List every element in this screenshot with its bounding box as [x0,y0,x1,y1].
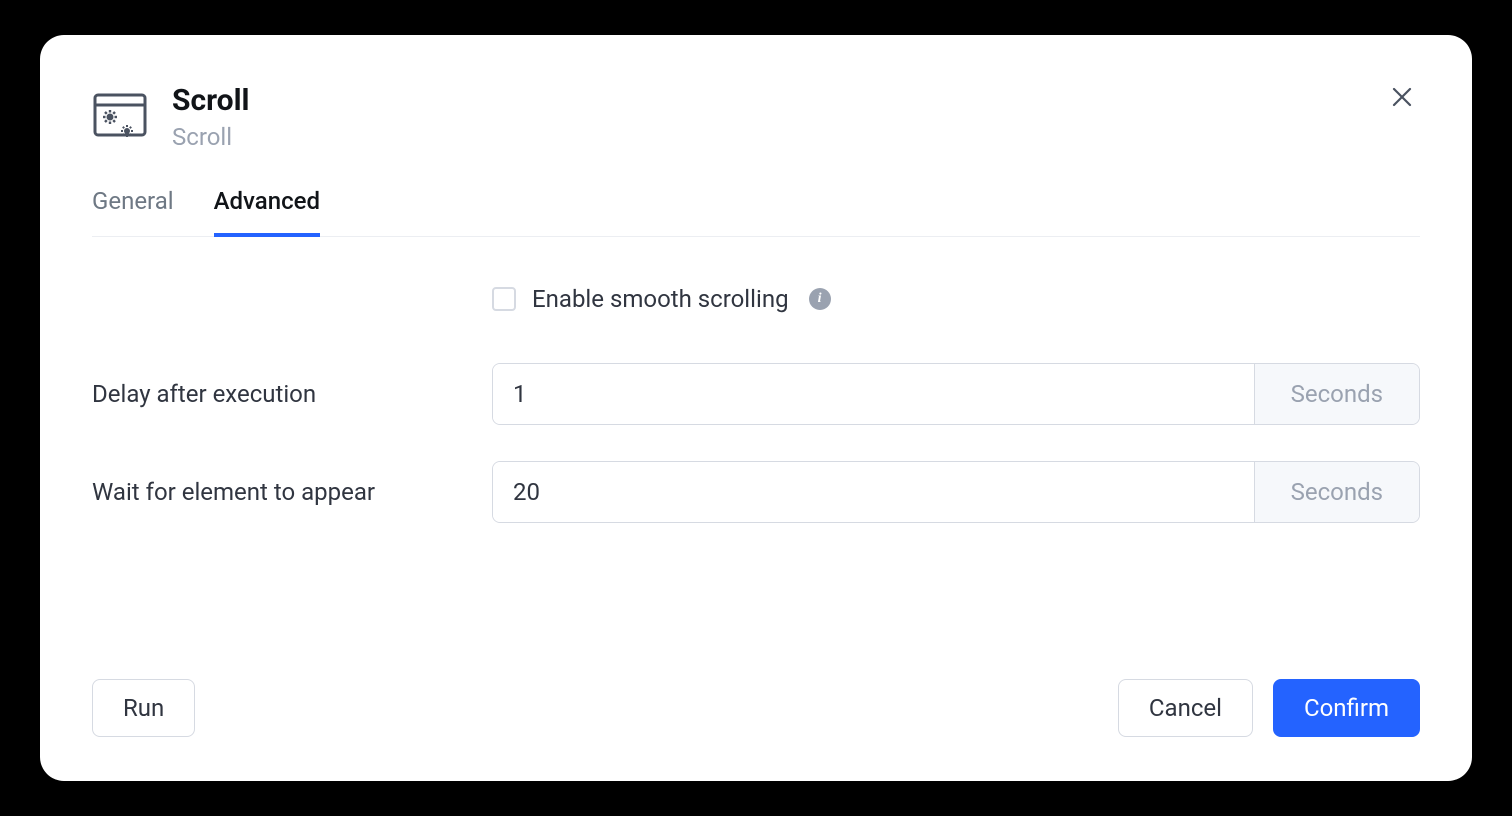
scroll-settings-modal: Scroll Scroll General Advanced Enable sm… [40,35,1472,781]
delay-unit: Seconds [1254,364,1419,424]
smooth-scroll-row: Enable smooth scrolling i [492,285,1420,313]
wait-row: Wait for element to appear Seconds [92,461,1420,523]
delay-label: Delay after execution [92,380,492,408]
smooth-scroll-label: Enable smooth scrolling [532,285,789,313]
wait-unit: Seconds [1254,462,1419,522]
close-icon [1390,85,1414,109]
cancel-button[interactable]: Cancel [1118,679,1253,737]
wait-label: Wait for element to appear [92,478,492,506]
tab-advanced[interactable]: Advanced [214,187,320,237]
confirm-button[interactable]: Confirm [1273,679,1420,737]
wait-input-group: Seconds [492,461,1420,523]
wait-input[interactable] [493,462,1254,522]
close-button[interactable] [1384,79,1420,115]
form-area: Enable smooth scrolling i Delay after ex… [92,285,1420,679]
modal-footer: Run Cancel Confirm [92,679,1420,737]
run-button[interactable]: Run [92,679,195,737]
tab-general[interactable]: General [92,187,174,237]
modal-title: Scroll [172,83,1420,119]
smooth-scroll-checkbox[interactable] [492,287,516,311]
delay-row: Delay after execution Seconds [92,363,1420,425]
modal-header: Scroll Scroll [92,83,1420,151]
modal-subtitle: Scroll [172,123,1420,151]
tabs: General Advanced [92,187,1420,237]
info-icon[interactable]: i [809,288,831,310]
delay-input-group: Seconds [492,363,1420,425]
browser-settings-icon [92,89,148,145]
delay-input[interactable] [493,364,1254,424]
